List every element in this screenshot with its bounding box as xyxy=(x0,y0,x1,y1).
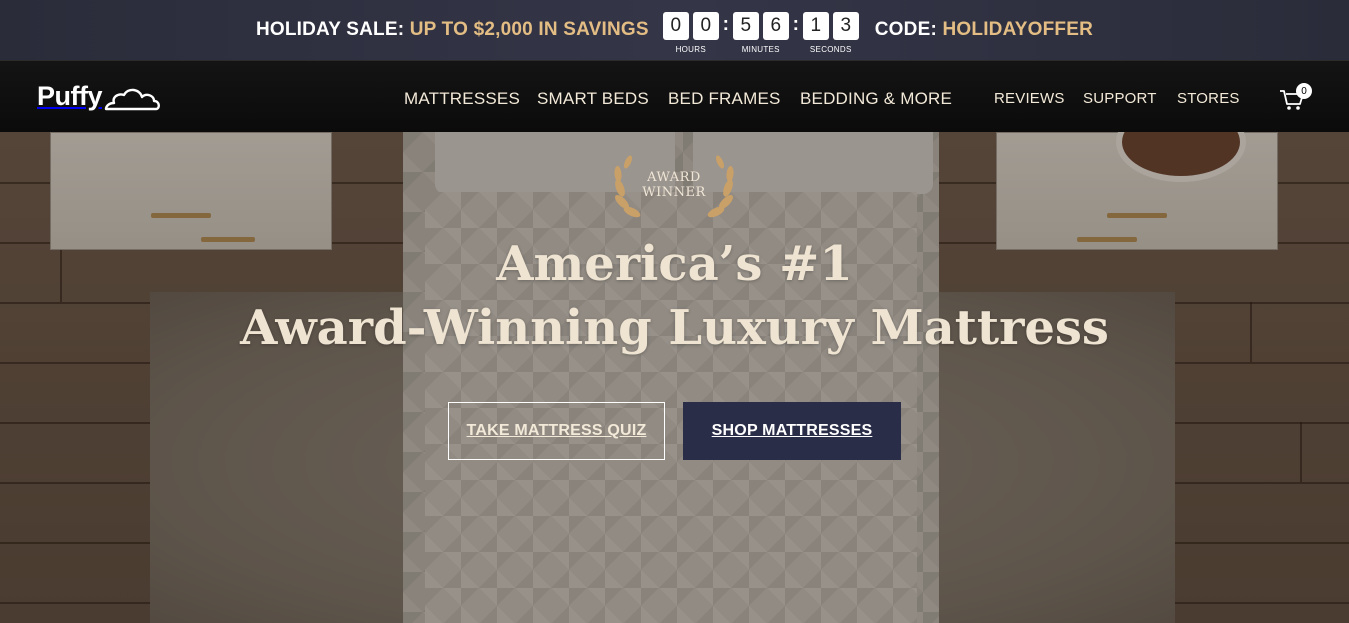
seconds-label: SECONDS xyxy=(809,45,852,54)
cart-count-badge: 0 xyxy=(1296,83,1312,99)
promo-code: CODE: HOLIDAYOFFER xyxy=(875,19,1093,41)
promo-sale-label: HOLIDAY SALE: UP TO $2,000 IN SAVINGS xyxy=(256,19,649,41)
shop-mattresses-button[interactable]: SHOP MATTRESSES xyxy=(683,402,901,460)
award-text: AWARD WINNER xyxy=(606,170,742,200)
countdown-separator: : xyxy=(792,14,799,35)
promo-code-label: CODE: xyxy=(874,19,937,40)
hours-digit-1: 0 xyxy=(662,12,689,40)
minutes-digit-2: 6 xyxy=(762,12,789,40)
nav-reviews[interactable]: REVIEWS xyxy=(994,90,1065,107)
take-quiz-button[interactable]: TAKE MATTRESS QUIZ xyxy=(448,402,665,460)
hero-headline: America’s #1 Award-Winning Luxury Mattre… xyxy=(0,232,1349,360)
countdown-timer: 0 0 HOURS : 5 6 MINUTES : 1 3 SECONDS xyxy=(662,12,859,54)
logo-wordmark: Puffy xyxy=(37,81,103,111)
nav-mattresses[interactable]: MATTRESSES xyxy=(404,89,520,109)
main-nav: Puffy MATTRESSES SMART BEDS BED FRAMES B… xyxy=(0,60,1349,132)
cloud-logo-icon xyxy=(104,88,160,111)
hero-section: AWARD WINNER America’s #1 Award-Winning … xyxy=(0,132,1349,623)
promo-label: HOLIDAY SALE: xyxy=(255,19,405,40)
award-line-2: WINNER xyxy=(642,185,706,200)
puffy-logo[interactable]: Puffy xyxy=(37,81,160,112)
hours-label: HOURS xyxy=(675,45,706,54)
promo-code-value: HOLIDAYOFFER xyxy=(942,19,1094,40)
promo-bar: HOLIDAY SALE: UP TO $2,000 IN SAVINGS 0 … xyxy=(0,0,1349,60)
hours-digit-2: 0 xyxy=(692,12,719,40)
minutes-label: MINUTES xyxy=(741,45,780,54)
headline-line-2: Award-Winning Luxury Mattress xyxy=(240,300,1109,356)
nav-stores[interactable]: STORES xyxy=(1177,90,1240,107)
seconds-digit-1: 1 xyxy=(802,12,829,40)
headline-line-1: America’s #1 xyxy=(496,236,853,292)
seconds-digit-2: 3 xyxy=(832,12,859,40)
promo-savings: UP TO $2,000 IN SAVINGS xyxy=(409,19,649,40)
countdown-seconds: 1 3 SECONDS xyxy=(802,12,859,54)
countdown-separator: : xyxy=(722,14,729,35)
nav-support[interactable]: SUPPORT xyxy=(1083,90,1157,107)
cart-button[interactable]: 0 xyxy=(1278,83,1312,115)
nav-smart-beds[interactable]: SMART BEDS xyxy=(537,89,649,109)
nav-bed-frames[interactable]: BED FRAMES xyxy=(668,89,781,109)
countdown-hours: 0 0 HOURS xyxy=(662,12,719,54)
award-badge: AWARD WINNER xyxy=(606,148,742,228)
minutes-digit-1: 5 xyxy=(732,12,759,40)
award-line-1: AWARD xyxy=(647,170,701,185)
nav-bedding-more[interactable]: BEDDING & MORE xyxy=(800,89,952,109)
countdown-minutes: 5 6 MINUTES xyxy=(732,12,789,54)
